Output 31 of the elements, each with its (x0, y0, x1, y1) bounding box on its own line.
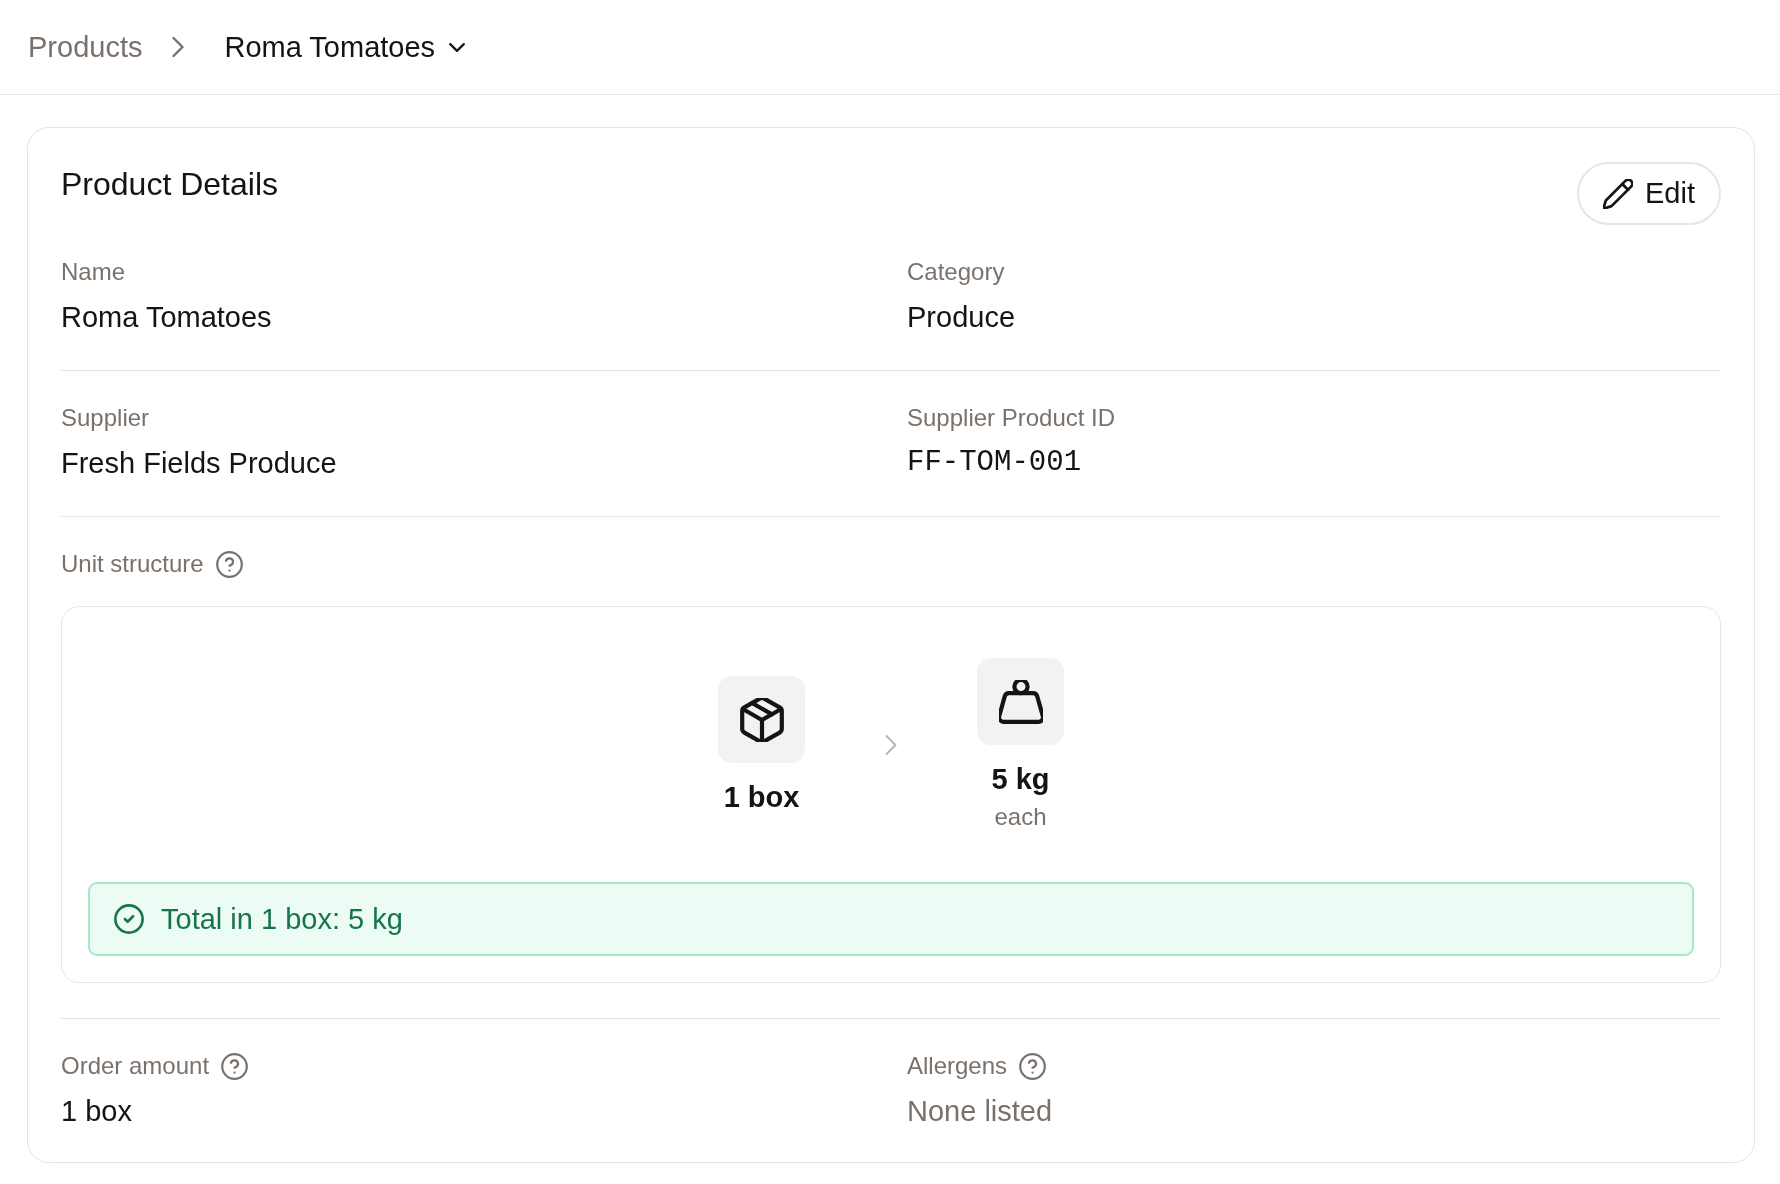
edit-button[interactable]: Edit (1577, 162, 1721, 225)
check-circle-icon (114, 904, 144, 934)
box-icon (718, 676, 805, 763)
field-value: FF-TOM-001 (907, 445, 1083, 481)
product-switcher[interactable]: Roma Tomatoes (224, 30, 466, 64)
field-label: Supplier (61, 403, 150, 433)
unit-note: each (994, 803, 1047, 831)
field-label: Name (61, 257, 126, 287)
card-title: Product Details (61, 165, 278, 204)
chevron-right-icon (885, 733, 897, 756)
breadcrumb-link[interactable]: Products (28, 30, 143, 64)
help-icon[interactable] (215, 550, 243, 578)
field-label: Category (907, 257, 1005, 287)
summary-text: Total in 1 box: 5 kg (161, 902, 403, 936)
field-label: Order amount (61, 1051, 210, 1081)
field-value: Produce (907, 300, 1016, 335)
unit-quantity: 1 box (723, 781, 800, 813)
help-icon[interactable] (1019, 1052, 1047, 1080)
weight-icon (977, 658, 1064, 745)
field-value: None listed (907, 1094, 1054, 1129)
pencil-icon (1603, 178, 1633, 209)
caret-icon (449, 42, 466, 52)
unit-quantity: 5 kg (991, 763, 1050, 795)
field-label: Supplier Product ID (907, 403, 1116, 433)
chevron-right-icon (172, 36, 185, 58)
field-value: 1 box (61, 1094, 133, 1129)
section-label: Unit structure (61, 549, 204, 579)
field-label: Allergens (907, 1051, 1008, 1081)
help-icon[interactable] (221, 1052, 249, 1080)
field-value: Fresh Fields Produce (61, 446, 338, 481)
field-value: Roma Tomatoes (61, 300, 273, 335)
